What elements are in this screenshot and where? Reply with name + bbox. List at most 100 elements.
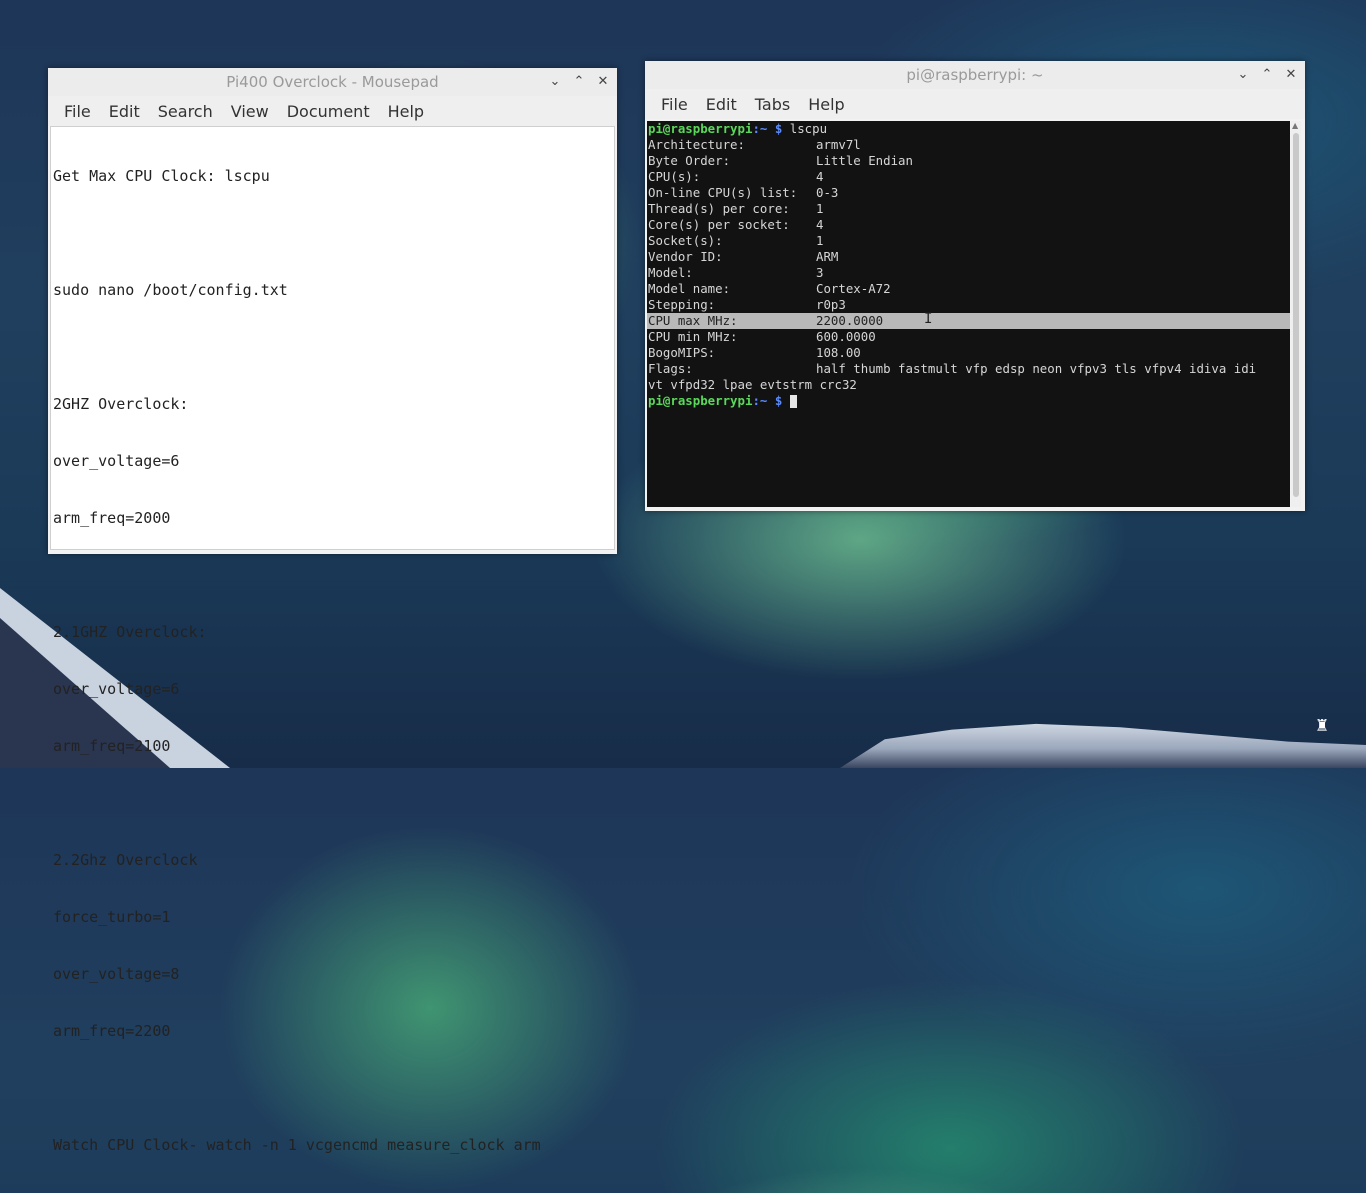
terminal-scrollbar[interactable]: ▲	[1291, 121, 1301, 507]
prompt-path: :~ $	[752, 393, 783, 408]
editor-line: over_voltage=6	[53, 452, 180, 470]
row-key: Model name:	[648, 281, 731, 296]
row-value: 4	[816, 217, 824, 232]
editor-line: Get Max CPU Clock: lscpu	[53, 167, 270, 185]
editor-line: Watch CPU Clock- watch -n 1 vcgencmd mea…	[53, 1136, 541, 1154]
editor-line: over_voltage=8	[53, 965, 180, 983]
menu-edit[interactable]: Edit	[101, 102, 148, 121]
row-key: Architecture:	[648, 137, 745, 152]
prompt-user: pi@raspberrypi	[648, 393, 753, 408]
terminal-menubar: File Edit Tabs Help	[645, 89, 1305, 119]
row-key: Thread(s) per core:	[648, 201, 790, 216]
row-key: On-line CPU(s) list:	[648, 185, 798, 200]
wallpaper-mountain-right	[840, 723, 1366, 768]
row-value: ARM	[816, 249, 839, 264]
editor-line: arm_freq=2000	[53, 509, 171, 527]
terminal-row: Model: 3	[647, 265, 1290, 281]
terminal-row: Socket(s): 1	[647, 233, 1290, 249]
text-cursor-icon: I	[924, 311, 933, 327]
terminal-row: Thread(s) per core: 1	[647, 201, 1290, 217]
row-value: 1	[816, 233, 824, 248]
editor-line: arm_freq=2200	[53, 1022, 171, 1040]
mousepad-titlebar[interactable]: Pi400 Overclock - Mousepad ⌄ ⌃ ✕	[48, 68, 617, 96]
editor-line: arm_freq=2100	[53, 737, 171, 755]
menu-view[interactable]: View	[223, 102, 277, 121]
menu-file[interactable]: File	[56, 102, 99, 121]
editor-line: sudo nano /boot/config.txt	[53, 281, 288, 299]
terminal-row: Core(s) per socket: 4	[647, 217, 1290, 233]
menu-tabs[interactable]: Tabs	[747, 95, 798, 114]
mousepad-menubar: File Edit Search View Document Help	[48, 96, 617, 126]
terminal-row: CPU(s): 4	[647, 169, 1290, 185]
row-key: Flags:	[648, 361, 693, 376]
terminal-row: CPU min MHz: 600.0000	[647, 329, 1290, 345]
terminal-window[interactable]: pi@raspberrypi: ~ ⌄ ⌃ ✕ File Edit Tabs H…	[645, 61, 1305, 511]
scroll-up-icon[interactable]: ▲	[1292, 121, 1298, 130]
mousepad-window[interactable]: Pi400 Overclock - Mousepad ⌄ ⌃ ✕ File Ed…	[48, 68, 617, 1154]
terminal-row: Byte Order: Little Endian	[647, 153, 1290, 169]
row-value: Cortex-A72	[816, 281, 891, 296]
row-key: Model:	[648, 265, 693, 280]
command-text: lscpu	[782, 121, 828, 136]
menu-help[interactable]: Help	[380, 102, 432, 121]
row-key: Vendor ID:	[648, 249, 723, 264]
editor-line: 2GHZ Overclock:	[53, 395, 189, 413]
minimize-icon[interactable]: ⌄	[549, 75, 561, 89]
close-icon[interactable]: ✕	[1285, 68, 1297, 82]
row-key: Socket(s):	[648, 233, 723, 248]
row-key: Stepping:	[648, 297, 716, 312]
row-value: r0p3	[816, 297, 846, 312]
editor-line: 2.2Ghz Overclock	[53, 851, 198, 869]
row-value: 1	[816, 201, 824, 216]
row-key: Core(s) per socket:	[648, 217, 790, 232]
row-value: 4	[816, 169, 824, 184]
prompt-user: pi@raspberrypi	[648, 121, 753, 136]
row-value: 600.0000	[816, 329, 876, 344]
terminal-command-line: pi@raspberrypi:~ $ lscpu	[647, 121, 1290, 137]
channel-logo-icon: ♜	[1315, 712, 1329, 736]
row-key: CPU min MHz:	[648, 329, 738, 344]
terminal-row: On-line CPU(s) list: 0-3	[647, 185, 1290, 201]
menu-document[interactable]: Document	[279, 102, 378, 121]
terminal-prompt-line: pi@raspberrypi:~ $	[647, 393, 1290, 409]
row-value: 3	[816, 265, 824, 280]
terminal-title: pi@raspberrypi: ~	[906, 66, 1044, 84]
terminal-row: Architecture: armv7l	[647, 137, 1290, 153]
text-editor-area[interactable]: Get Max CPU Clock: lscpu sudo nano /boot…	[50, 126, 615, 1154]
maximize-icon[interactable]: ⌃	[1261, 68, 1273, 82]
menu-help[interactable]: Help	[800, 95, 852, 114]
scrollbar-thumb[interactable]	[1293, 133, 1299, 497]
row-value: half thumb fastmult vfp edsp neon vfpv3 …	[816, 361, 1257, 376]
row-value: 0-3	[816, 185, 839, 200]
editor-line: over_voltage=6	[53, 680, 180, 698]
row-value: Little Endian	[816, 153, 913, 168]
minimize-icon[interactable]: ⌄	[1237, 68, 1249, 82]
maximize-icon[interactable]: ⌃	[573, 75, 585, 89]
terminal-row: Flags: half thumb fastmult vfp edsp neon …	[647, 361, 1290, 377]
menu-file[interactable]: File	[653, 95, 696, 114]
mousepad-title: Pi400 Overclock - Mousepad	[226, 73, 439, 91]
menu-edit[interactable]: Edit	[698, 95, 745, 114]
editor-line: force_turbo=1	[53, 908, 171, 926]
close-icon[interactable]: ✕	[597, 75, 609, 89]
terminal-row: Vendor ID: ARM	[647, 249, 1290, 265]
prompt-path: :~ $	[752, 121, 783, 136]
terminal-row-selected: CPU max MHz: 2200.0000 I	[647, 311, 1290, 329]
terminal-cursor	[789, 395, 797, 408]
terminal-row: Stepping: r0p3	[647, 297, 1290, 313]
editor-line: 2.1GHZ Overclock:	[53, 623, 207, 641]
row-value: 108.00	[816, 345, 861, 360]
terminal-row: BogoMIPS: 108.00	[647, 345, 1290, 361]
terminal-row: Model name: Cortex-A72	[647, 281, 1290, 297]
menu-search[interactable]: Search	[150, 102, 221, 121]
row-value: armv7l	[816, 137, 861, 152]
row-key: CPU(s):	[648, 169, 701, 184]
terminal-output[interactable]: pi@raspberrypi:~ $ lscpu Architecture: ar…	[647, 121, 1290, 507]
row-key: BogoMIPS:	[648, 345, 716, 360]
terminal-titlebar[interactable]: pi@raspberrypi: ~ ⌄ ⌃ ✕	[645, 61, 1305, 89]
terminal-row-wrap: vt vfpd32 lpae evtstrm crc32	[648, 377, 857, 392]
